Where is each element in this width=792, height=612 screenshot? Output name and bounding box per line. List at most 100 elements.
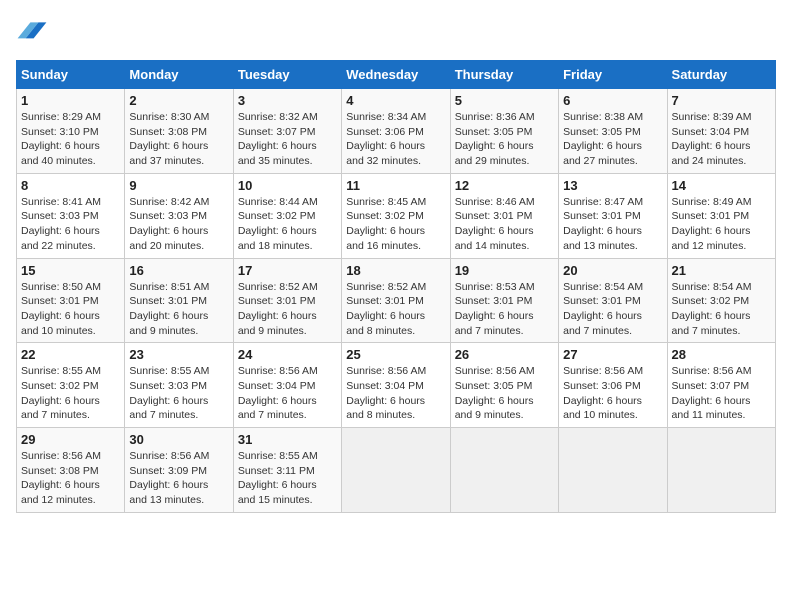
calendar-cell: 1 Sunrise: 8:29 AM Sunset: 3:10 PM Daylig… xyxy=(17,89,125,174)
calendar-cell: 4 Sunrise: 8:34 AM Sunset: 3:06 PM Daylig… xyxy=(342,89,450,174)
day-number: 13 xyxy=(563,178,662,193)
day-number: 30 xyxy=(129,432,228,447)
day-info: Sunrise: 8:55 AM Sunset: 3:11 PM Dayligh… xyxy=(238,449,337,508)
day-number: 6 xyxy=(563,93,662,108)
calendar-cell: 23 Sunrise: 8:55 AM Sunset: 3:03 PM Dayli… xyxy=(125,343,233,428)
logo xyxy=(16,16,52,48)
day-number: 15 xyxy=(21,263,120,278)
day-info: Sunrise: 8:29 AM Sunset: 3:10 PM Dayligh… xyxy=(21,110,120,169)
calendar-header-tuesday: Tuesday xyxy=(233,61,341,89)
day-number: 18 xyxy=(346,263,445,278)
calendar-cell: 7 Sunrise: 8:39 AM Sunset: 3:04 PM Daylig… xyxy=(667,89,775,174)
day-number: 1 xyxy=(21,93,120,108)
day-number: 4 xyxy=(346,93,445,108)
day-info: Sunrise: 8:53 AM Sunset: 3:01 PM Dayligh… xyxy=(455,280,554,339)
calendar-week-row: 22 Sunrise: 8:55 AM Sunset: 3:02 PM Dayli… xyxy=(17,343,776,428)
day-info: Sunrise: 8:56 AM Sunset: 3:09 PM Dayligh… xyxy=(129,449,228,508)
day-number: 25 xyxy=(346,347,445,362)
calendar-cell: 11Sunrise: 8:45 AM Sunset: 3:02 PM Dayli… xyxy=(342,173,450,258)
calendar-cell: 17Sunrise: 8:52 AM Sunset: 3:01 PM Dayli… xyxy=(233,258,341,343)
calendar-cell: 13 Sunrise: 8:47 AM Sunset: 3:01 PM Dayli… xyxy=(559,173,667,258)
calendar-week-row: 15 Sunrise: 8:50 AM Sunset: 3:01 PM Dayli… xyxy=(17,258,776,343)
day-info: Sunrise: 8:42 AM Sunset: 3:03 PM Dayligh… xyxy=(129,195,228,254)
day-info: Sunrise: 8:34 AM Sunset: 3:06 PM Dayligh… xyxy=(346,110,445,169)
calendar-cell: 16Sunrise: 8:51 AM Sunset: 3:01 PM Dayli… xyxy=(125,258,233,343)
calendar-cell: 21 Sunrise: 8:54 AM Sunset: 3:02 PM Dayli… xyxy=(667,258,775,343)
calendar-week-row: 8 Sunrise: 8:41 AM Sunset: 3:03 PM Daylig… xyxy=(17,173,776,258)
day-number: 7 xyxy=(672,93,771,108)
calendar-cell xyxy=(667,428,775,513)
day-info: Sunrise: 8:56 AM Sunset: 3:05 PM Dayligh… xyxy=(455,364,554,423)
day-number: 28 xyxy=(672,347,771,362)
day-info: Sunrise: 8:45 AM Sunset: 3:02 PM Dayligh… xyxy=(346,195,445,254)
calendar-header-row: SundayMondayTuesdayWednesdayThursdayFrid… xyxy=(17,61,776,89)
day-number: 29 xyxy=(21,432,120,447)
day-number: 22 xyxy=(21,347,120,362)
day-info: Sunrise: 8:49 AM Sunset: 3:01 PM Dayligh… xyxy=(672,195,771,254)
day-number: 24 xyxy=(238,347,337,362)
day-info: Sunrise: 8:44 AM Sunset: 3:02 PM Dayligh… xyxy=(238,195,337,254)
page-header xyxy=(16,16,776,48)
day-number: 20 xyxy=(563,263,662,278)
calendar-cell: 8 Sunrise: 8:41 AM Sunset: 3:03 PM Daylig… xyxy=(17,173,125,258)
calendar-week-row: 1 Sunrise: 8:29 AM Sunset: 3:10 PM Daylig… xyxy=(17,89,776,174)
calendar-cell: 24 Sunrise: 8:56 AM Sunset: 3:04 PM Dayli… xyxy=(233,343,341,428)
day-number: 19 xyxy=(455,263,554,278)
calendar-header-friday: Friday xyxy=(559,61,667,89)
calendar-cell xyxy=(559,428,667,513)
day-number: 5 xyxy=(455,93,554,108)
day-info: Sunrise: 8:32 AM Sunset: 3:07 PM Dayligh… xyxy=(238,110,337,169)
day-info: Sunrise: 8:55 AM Sunset: 3:02 PM Dayligh… xyxy=(21,364,120,423)
calendar-table: SundayMondayTuesdayWednesdayThursdayFrid… xyxy=(16,60,776,513)
calendar-cell xyxy=(342,428,450,513)
calendar-header-saturday: Saturday xyxy=(667,61,775,89)
day-info: Sunrise: 8:54 AM Sunset: 3:01 PM Dayligh… xyxy=(563,280,662,339)
day-info: Sunrise: 8:56 AM Sunset: 3:04 PM Dayligh… xyxy=(346,364,445,423)
day-number: 10 xyxy=(238,178,337,193)
calendar-cell: 5 Sunrise: 8:36 AM Sunset: 3:05 PM Daylig… xyxy=(450,89,558,174)
day-info: Sunrise: 8:52 AM Sunset: 3:01 PM Dayligh… xyxy=(346,280,445,339)
calendar-cell: 2Sunrise: 8:30 AM Sunset: 3:08 PM Daylig… xyxy=(125,89,233,174)
calendar-header-thursday: Thursday xyxy=(450,61,558,89)
day-info: Sunrise: 8:56 AM Sunset: 3:08 PM Dayligh… xyxy=(21,449,120,508)
day-number: 31 xyxy=(238,432,337,447)
day-info: Sunrise: 8:54 AM Sunset: 3:02 PM Dayligh… xyxy=(672,280,771,339)
calendar-body: 1 Sunrise: 8:29 AM Sunset: 3:10 PM Daylig… xyxy=(17,89,776,513)
logo-icon xyxy=(16,16,48,48)
day-info: Sunrise: 8:39 AM Sunset: 3:04 PM Dayligh… xyxy=(672,110,771,169)
calendar-cell: 12Sunrise: 8:46 AM Sunset: 3:01 PM Dayli… xyxy=(450,173,558,258)
day-info: Sunrise: 8:55 AM Sunset: 3:03 PM Dayligh… xyxy=(129,364,228,423)
calendar-cell: 9Sunrise: 8:42 AM Sunset: 3:03 PM Daylig… xyxy=(125,173,233,258)
day-number: 14 xyxy=(672,178,771,193)
day-info: Sunrise: 8:52 AM Sunset: 3:01 PM Dayligh… xyxy=(238,280,337,339)
calendar-cell: 31 Sunrise: 8:55 AM Sunset: 3:11 PM Dayli… xyxy=(233,428,341,513)
day-info: Sunrise: 8:41 AM Sunset: 3:03 PM Dayligh… xyxy=(21,195,120,254)
calendar-cell: 18 Sunrise: 8:52 AM Sunset: 3:01 PM Dayli… xyxy=(342,258,450,343)
calendar-cell: 15 Sunrise: 8:50 AM Sunset: 3:01 PM Dayli… xyxy=(17,258,125,343)
day-info: Sunrise: 8:30 AM Sunset: 3:08 PM Dayligh… xyxy=(129,110,228,169)
day-info: Sunrise: 8:47 AM Sunset: 3:01 PM Dayligh… xyxy=(563,195,662,254)
calendar-cell: 28 Sunrise: 8:56 AM Sunset: 3:07 PM Dayli… xyxy=(667,343,775,428)
calendar-cell: 29 Sunrise: 8:56 AM Sunset: 3:08 PM Dayli… xyxy=(17,428,125,513)
day-number: 26 xyxy=(455,347,554,362)
calendar-cell: 30 Sunrise: 8:56 AM Sunset: 3:09 PM Dayli… xyxy=(125,428,233,513)
day-number: 23 xyxy=(129,347,228,362)
day-number: 3 xyxy=(238,93,337,108)
day-info: Sunrise: 8:38 AM Sunset: 3:05 PM Dayligh… xyxy=(563,110,662,169)
day-info: Sunrise: 8:50 AM Sunset: 3:01 PM Dayligh… xyxy=(21,280,120,339)
day-info: Sunrise: 8:46 AM Sunset: 3:01 PM Dayligh… xyxy=(455,195,554,254)
day-info: Sunrise: 8:56 AM Sunset: 3:04 PM Dayligh… xyxy=(238,364,337,423)
calendar-header-monday: Monday xyxy=(125,61,233,89)
calendar-header-wednesday: Wednesday xyxy=(342,61,450,89)
day-number: 27 xyxy=(563,347,662,362)
day-info: Sunrise: 8:56 AM Sunset: 3:07 PM Dayligh… xyxy=(672,364,771,423)
calendar-cell: 22 Sunrise: 8:55 AM Sunset: 3:02 PM Dayli… xyxy=(17,343,125,428)
calendar-cell: 19 Sunrise: 8:53 AM Sunset: 3:01 PM Dayli… xyxy=(450,258,558,343)
calendar-cell xyxy=(450,428,558,513)
calendar-cell: 20 Sunrise: 8:54 AM Sunset: 3:01 PM Dayli… xyxy=(559,258,667,343)
calendar-cell: 3 Sunrise: 8:32 AM Sunset: 3:07 PM Daylig… xyxy=(233,89,341,174)
day-number: 21 xyxy=(672,263,771,278)
calendar-cell: 26 Sunrise: 8:56 AM Sunset: 3:05 PM Dayli… xyxy=(450,343,558,428)
day-number: 8 xyxy=(21,178,120,193)
day-info: Sunrise: 8:36 AM Sunset: 3:05 PM Dayligh… xyxy=(455,110,554,169)
